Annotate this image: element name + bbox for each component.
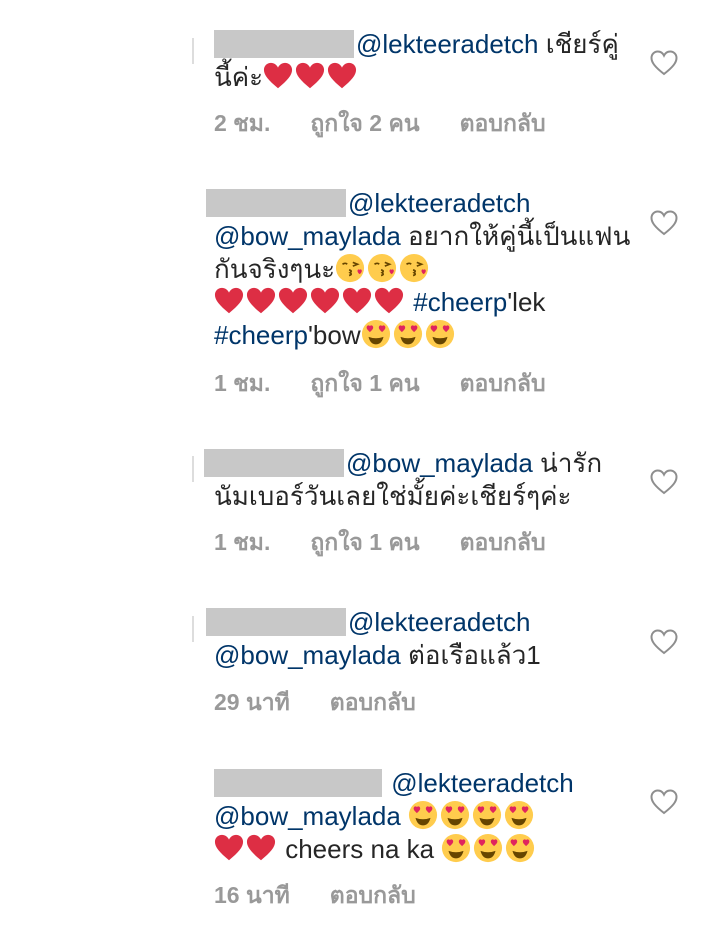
red-heart-emoji	[310, 286, 340, 316]
timestamp: 16 นาที	[214, 882, 290, 908]
reply-button[interactable]: ตอบกลับ	[460, 106, 546, 142]
comment-meta: 2 ชม. ถูกใจ 2 คน ตอบกลับ	[214, 106, 546, 142]
hashtag-link[interactable]: #cheerp	[214, 320, 308, 350]
mention-link[interactable]: @bow_maylada	[214, 801, 401, 831]
redacted-username	[204, 449, 344, 477]
mention-link[interactable]: @lekteeradetch	[348, 188, 531, 218]
redacted-username	[214, 30, 354, 58]
like-heart-icon[interactable]	[650, 789, 678, 815]
mention-link[interactable]: @bow_maylada	[214, 640, 401, 670]
avatar-edge	[192, 38, 194, 64]
timestamp: 2 ชม.	[214, 110, 271, 136]
comment-body: @lekteeradetch @bow_maylada อยากให้คู่นี…	[206, 187, 634, 352]
red-heart-emoji	[246, 833, 276, 863]
avatar-edge	[192, 616, 194, 642]
timestamp: 1 ชม.	[214, 370, 271, 396]
heart-eyes-emoji	[440, 800, 470, 830]
comment-text: ต่อเรือแล้ว1	[400, 640, 541, 670]
mention-link[interactable]: @lekteeradetch	[356, 29, 539, 59]
redacted-username	[206, 608, 346, 636]
timestamp: 1 ชม.	[214, 529, 271, 555]
comment-meta: 1 ชม. ถูกใจ 1 คน ตอบกลับ	[214, 525, 546, 561]
comment-text: cheers na ka	[278, 834, 435, 864]
hashtag-link[interactable]: #cheerp	[413, 287, 507, 317]
like-heart-icon[interactable]	[650, 210, 678, 236]
red-heart-emoji	[342, 286, 372, 316]
red-heart-emoji	[327, 61, 357, 91]
red-heart-emoji	[214, 286, 244, 316]
comment-body: @lekteeradetch @bow_maylada cheers na ka	[214, 767, 634, 866]
avatar-edge	[192, 456, 194, 482]
red-heart-emoji	[246, 286, 276, 316]
reply-button[interactable]: ตอบกลับ	[330, 878, 416, 914]
likes-count[interactable]: ถูกใจ 2 คน	[310, 106, 419, 142]
heart-eyes-emoji	[472, 800, 502, 830]
comment-meta: 29 นาที ตอบกลับ	[214, 685, 416, 721]
timestamp: 29 นาที	[214, 689, 290, 715]
likes-count[interactable]: ถูกใจ 1 คน	[310, 366, 419, 402]
reply-button[interactable]: ตอบกลับ	[330, 685, 416, 721]
heart-eyes-emoji	[361, 319, 391, 349]
red-heart-emoji	[278, 286, 308, 316]
heart-eyes-emoji	[441, 833, 471, 863]
mention-link[interactable]: @bow_maylada	[214, 221, 401, 251]
red-heart-emoji	[295, 61, 325, 91]
heart-eyes-emoji	[408, 800, 438, 830]
reply-button[interactable]: ตอบกลับ	[460, 366, 546, 402]
reply-button[interactable]: ตอบกลับ	[460, 525, 546, 561]
face-blowing-kiss-emoji	[335, 253, 365, 283]
red-heart-emoji	[374, 286, 404, 316]
comment-meta: 16 นาที ตอบกลับ	[214, 878, 416, 914]
face-blowing-kiss-emoji	[367, 253, 397, 283]
redacted-username	[206, 189, 346, 217]
red-heart-emoji	[263, 61, 293, 91]
mention-link[interactable]: @lekteeradetch	[348, 607, 531, 637]
heart-eyes-emoji	[473, 833, 503, 863]
mention-link[interactable]: @bow_maylada	[346, 448, 533, 478]
comment-meta: 1 ชม. ถูกใจ 1 คน ตอบกลับ	[214, 366, 546, 402]
comment-body: @lekteeradetch เชียร์คู่นี้ค่ะ	[214, 28, 634, 94]
like-heart-icon[interactable]	[650, 629, 678, 655]
face-blowing-kiss-emoji	[399, 253, 429, 283]
mention-link[interactable]: @lekteeradetch	[391, 768, 574, 798]
like-heart-icon[interactable]	[650, 469, 678, 495]
likes-count[interactable]: ถูกใจ 1 คน	[310, 525, 419, 561]
redacted-username	[214, 769, 382, 797]
heart-eyes-emoji	[504, 800, 534, 830]
hashtag-suffix: 'lek	[507, 287, 546, 317]
hashtag-suffix: 'bow	[307, 320, 361, 350]
red-heart-emoji	[214, 833, 244, 863]
comment-body: @lekteeradetch @bow_maylada ต่อเรือแล้ว1	[206, 606, 634, 672]
heart-eyes-emoji	[425, 319, 455, 349]
heart-eyes-emoji	[505, 833, 535, 863]
heart-eyes-emoji	[393, 319, 423, 349]
comment-body: @bow_maylada น่ารักนัมเบอร์วันเลยใช่มั้ย…	[204, 447, 634, 513]
like-heart-icon[interactable]	[650, 50, 678, 76]
